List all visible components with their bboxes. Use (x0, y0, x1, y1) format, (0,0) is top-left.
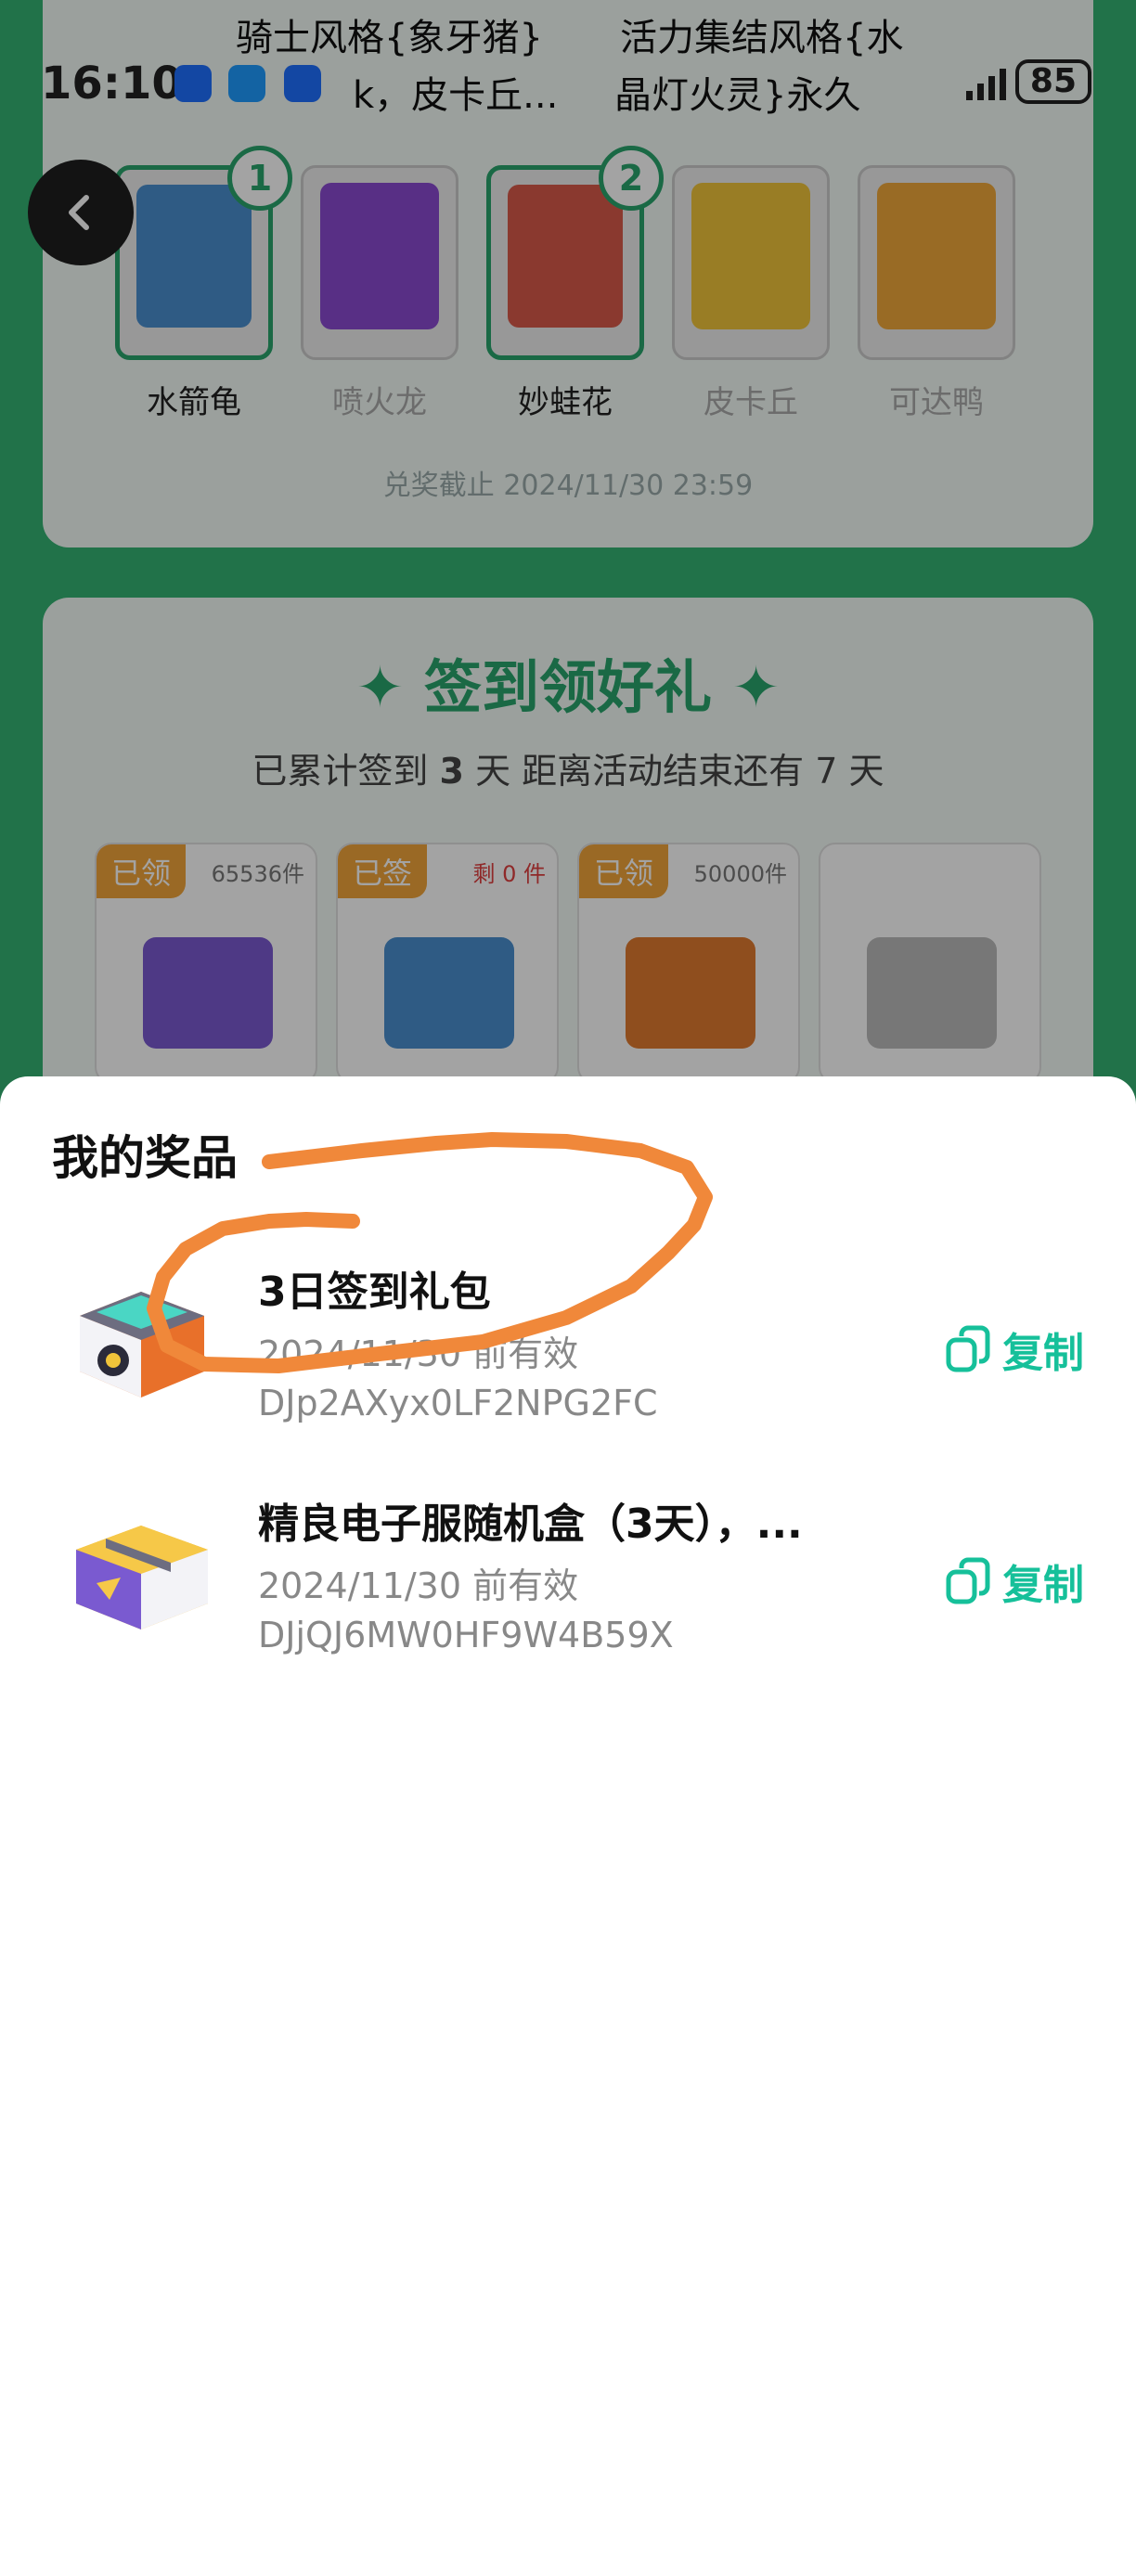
purple-gift-box-icon (76, 1526, 208, 1629)
copy-label: 复制 (1002, 1330, 1084, 1377)
prize-item: 3日签到礼包 2024/11/30 前有效 DJp2AXyx0LF2NPG2FC… (0, 1242, 1136, 1446)
sheet-title: 我的奖品 (52, 1131, 238, 1185)
copy-icon (946, 1325, 990, 1372)
prize-validity: 2024/11/30 前有效 (258, 1565, 579, 1606)
copy-icon (946, 1557, 990, 1604)
my-prizes-sheet: 我的奖品 3日签到礼包 2024/11/30 前有效 DJp2AXyx0LF2N… (0, 1076, 1136, 2576)
prize-item: 精良电子服随机盒（3天），... 2024/11/30 前有效 DJjQJ6MW… (0, 1474, 1136, 1678)
orange-gift-box-icon (80, 1292, 204, 1397)
prize-code: DJp2AXyx0LF2NPG2FC (258, 1383, 658, 1423)
prize-validity: 2024/11/30 前有效 (258, 1333, 579, 1374)
copy-label: 复制 (1002, 1562, 1084, 1609)
prize-code: DJjQJ6MW0HF9W4B59X (258, 1615, 674, 1655)
copy-button[interactable]: 复制 (945, 1320, 1084, 1379)
prize-name: 精良电子服随机盒（3天），... (258, 1501, 803, 1548)
copy-button[interactable]: 复制 (945, 1552, 1084, 1611)
prize-name: 3日签到礼包 (258, 1269, 491, 1316)
